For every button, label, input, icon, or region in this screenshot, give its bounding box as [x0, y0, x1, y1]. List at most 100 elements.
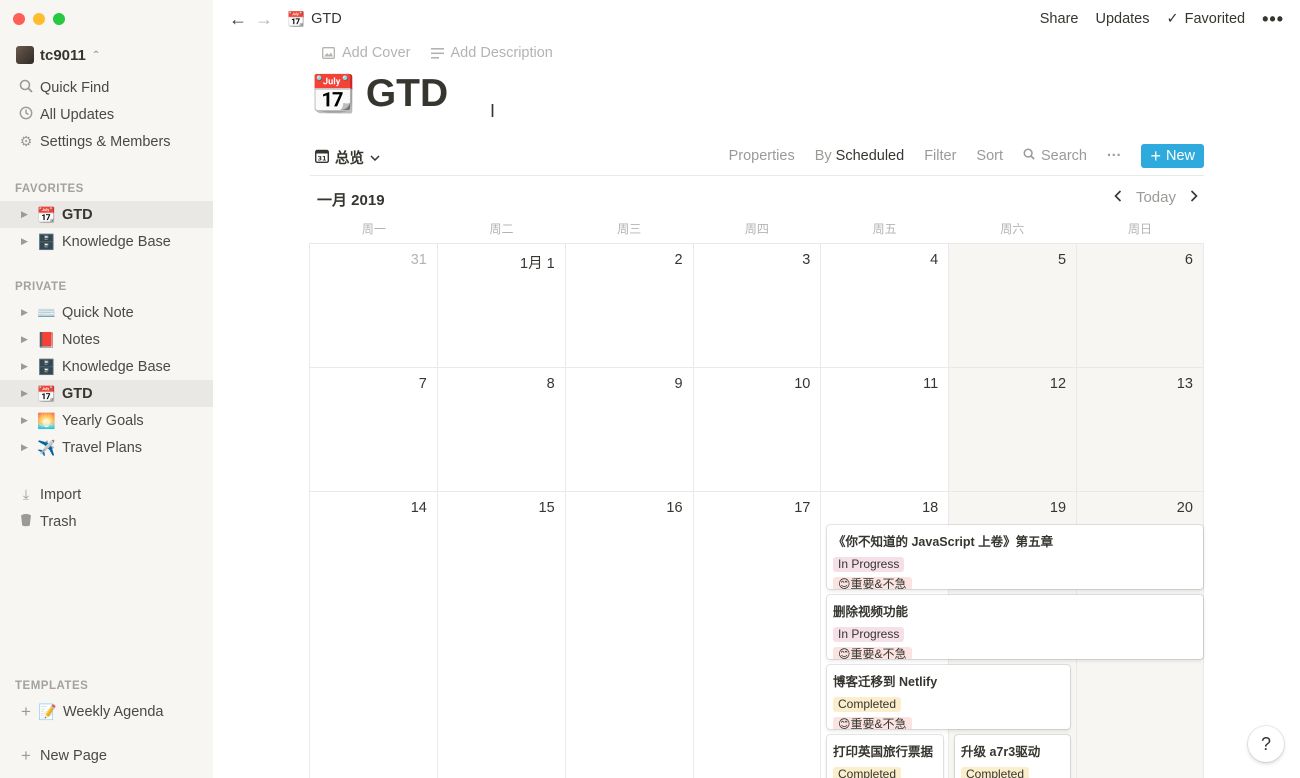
- sidebar-item-weekly-agenda[interactable]: + 📝 Weekly Agenda: [0, 698, 213, 725]
- workspace-switcher[interactable]: tc9011 ⌃: [16, 46, 100, 64]
- day-number: 12: [1049, 376, 1067, 392]
- sidebar-item-label: Notes: [62, 331, 100, 348]
- calendar-day-cell[interactable]: 16: [564, 491, 693, 778]
- more-options-icon[interactable]: •••: [1262, 9, 1284, 30]
- calendar-day-cell[interactable]: 17: [692, 491, 821, 778]
- sidebar-item-knowledge-base[interactable]: ▶ 🗄️ Knowledge Base: [0, 353, 213, 380]
- sidebar-item-favorite-gtd[interactable]: ▶ 📆 GTD: [0, 201, 213, 228]
- event-card[interactable]: 《你不知道的 JavaScript 上卷》第五章 In Progress 😊重要…: [827, 525, 1203, 589]
- back-arrow-icon[interactable]: ←: [229, 9, 247, 30]
- new-button[interactable]: + New: [1141, 144, 1204, 168]
- sidebar: tc9011 ⌃ Quick Find All Updates ⚙ Settin…: [0, 0, 213, 778]
- gear-icon: ⚙: [19, 133, 33, 149]
- calendar-day-cell[interactable]: 31: [309, 243, 437, 367]
- triangle-right-icon[interactable]: ▶: [21, 209, 31, 220]
- calendar-day-cell[interactable]: 6: [1076, 243, 1204, 367]
- more-view-options-icon[interactable]: ···: [1107, 148, 1122, 164]
- sidebar-item-import[interactable]: ⤓ Import: [0, 481, 213, 508]
- help-button[interactable]: ?: [1248, 726, 1284, 762]
- calendar-day-cell[interactable]: 2: [564, 243, 693, 367]
- status-badge: Completed: [961, 767, 1030, 778]
- calendar-day-cell[interactable]: 1月 1: [436, 243, 565, 367]
- plus-icon[interactable]: +: [18, 702, 34, 722]
- sidebar-item-quick-note[interactable]: ▶ ⌨️ Quick Note: [0, 299, 213, 326]
- triangle-right-icon[interactable]: ▶: [21, 361, 31, 372]
- day-number: 7: [418, 376, 427, 392]
- calendar-day-cell[interactable]: 11: [820, 367, 949, 491]
- triangle-right-icon[interactable]: ▶: [21, 415, 31, 426]
- event-title: 《你不知道的 JavaScript 上卷》第五章: [833, 535, 1054, 549]
- calendar-week-row: 31 1月 1 2 3 4 5 6: [309, 243, 1204, 367]
- calendar-day-cell[interactable]: 13: [1076, 367, 1204, 491]
- calendar-by-button[interactable]: By Scheduled: [815, 148, 904, 164]
- search-button[interactable]: Search: [1023, 148, 1087, 164]
- triangle-right-icon[interactable]: ▶: [21, 442, 31, 453]
- previous-month-icon[interactable]: [1114, 189, 1122, 206]
- image-icon: [322, 47, 335, 59]
- page-title[interactable]: 📆 GTD: [311, 72, 448, 116]
- sidebar-item-settings[interactable]: ⚙ Settings & Members: [0, 128, 213, 155]
- sidebar-item-favorite-knowledge-base[interactable]: ▶ 🗄️ Knowledge Base: [0, 228, 213, 255]
- page-title-text[interactable]: GTD: [366, 72, 448, 116]
- add-description-button[interactable]: Add Description: [430, 45, 553, 61]
- close-window-button[interactable]: [13, 13, 25, 25]
- sidebar-item-all-updates[interactable]: All Updates: [0, 101, 213, 128]
- checkmark-icon: ✓: [1166, 11, 1179, 27]
- weekday-header: 周一 周二 周三 周四 周五 周六 周日: [310, 220, 1204, 237]
- event-card[interactable]: 博客迁移到 Netlify Completed 😊重要&不急: [827, 665, 1070, 729]
- search-icon: [18, 79, 34, 96]
- calendar-day-cell[interactable]: 4: [820, 243, 949, 367]
- triangle-right-icon[interactable]: ▶: [21, 236, 31, 247]
- window-controls: [13, 13, 65, 25]
- calendar-day-cell[interactable]: 14: [309, 491, 437, 778]
- weekday-label: 周一: [361, 222, 386, 236]
- keyboard-icon: ⌨️: [37, 304, 56, 322]
- event-title: 博客迁移到 Netlify: [833, 675, 938, 689]
- add-cover-button[interactable]: Add Cover: [322, 45, 411, 61]
- private-section-label: PRIVATE: [15, 281, 67, 293]
- calendar-day-cell[interactable]: 3: [692, 243, 821, 367]
- view-selector[interactable]: 31 总览: [310, 147, 380, 168]
- filter-button[interactable]: Filter: [924, 148, 956, 164]
- priority-badge: 😊重要&不急: [833, 647, 912, 659]
- breadcrumb[interactable]: 📆 GTD: [287, 11, 342, 28]
- next-month-icon[interactable]: [1190, 189, 1198, 206]
- minimize-window-button[interactable]: [33, 13, 45, 25]
- today-button[interactable]: Today: [1136, 189, 1176, 206]
- sort-button[interactable]: Sort: [976, 148, 1003, 164]
- event-card[interactable]: 删除视频功能 In Progress 😊重要&不急: [827, 595, 1203, 659]
- calendar-icon[interactable]: 📆: [311, 73, 356, 115]
- calendar-view-icon: 31: [314, 149, 330, 167]
- favorited-button[interactable]: ✓ Favorited: [1166, 11, 1245, 27]
- event-card[interactable]: 升级 a7r3驱动 Completed: [955, 735, 1070, 778]
- event-card[interactable]: 打印英国旅行票据 Completed: [827, 735, 943, 778]
- avatar: [16, 46, 34, 64]
- share-button[interactable]: Share: [1040, 11, 1079, 27]
- triangle-right-icon[interactable]: ▶: [21, 307, 31, 318]
- sidebar-item-yearly-goals[interactable]: ▶ 🌅 Yearly Goals: [0, 407, 213, 434]
- sidebar-item-trash[interactable]: Trash: [0, 508, 213, 535]
- new-page-button[interactable]: + New Page: [0, 742, 213, 769]
- status-badge: Completed: [833, 767, 902, 778]
- sidebar-item-travel-plans[interactable]: ▶ ✈️ Travel Plans: [0, 434, 213, 461]
- sidebar-item-gtd[interactable]: ▶ 📆 GTD: [0, 380, 213, 407]
- view-toolbar: 31 总览 Properties By Scheduled Filter Sor…: [310, 140, 1204, 176]
- properties-button[interactable]: Properties: [729, 148, 795, 164]
- scheduled-label: Scheduled: [835, 148, 905, 164]
- airplane-icon: ✈️: [37, 439, 56, 457]
- calendar-day-cell[interactable]: 10: [692, 367, 821, 491]
- sidebar-item-notes[interactable]: ▶ 📕 Notes: [0, 326, 213, 353]
- calendar-day-cell[interactable]: 5: [948, 243, 1077, 367]
- calendar-day-cell[interactable]: 7: [309, 367, 437, 491]
- calendar-day-cell[interactable]: 9: [564, 367, 693, 491]
- updates-button[interactable]: Updates: [1095, 11, 1149, 27]
- calendar-day-cell[interactable]: 15: [436, 491, 565, 778]
- forward-arrow-icon[interactable]: →: [255, 9, 273, 30]
- sidebar-item-label: Knowledge Base: [62, 358, 171, 375]
- calendar-day-cell[interactable]: 8: [436, 367, 565, 491]
- maximize-window-button[interactable]: [53, 13, 65, 25]
- calendar-day-cell[interactable]: 12: [948, 367, 1077, 491]
- triangle-right-icon[interactable]: ▶: [21, 334, 31, 345]
- triangle-right-icon[interactable]: ▶: [21, 388, 31, 399]
- sidebar-item-quick-find[interactable]: Quick Find: [0, 74, 213, 101]
